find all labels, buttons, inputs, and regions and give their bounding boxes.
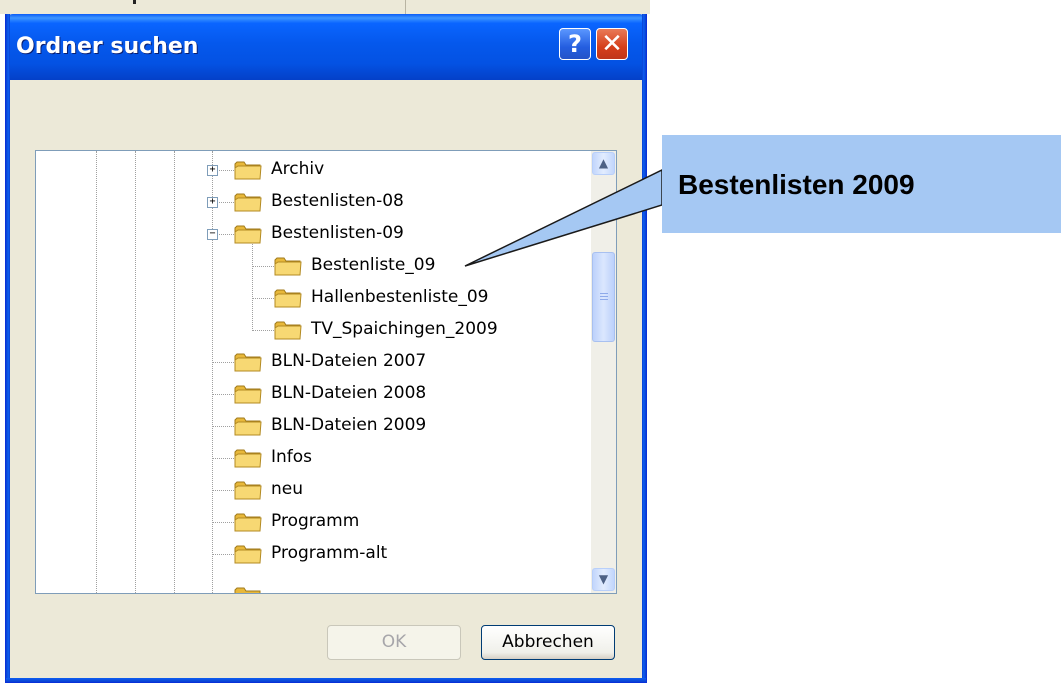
callout-pointer bbox=[464, 168, 663, 267]
callout-box: Bestenlisten 2009 bbox=[662, 135, 1061, 233]
callout-text: Bestenlisten 2009 bbox=[678, 169, 915, 200]
